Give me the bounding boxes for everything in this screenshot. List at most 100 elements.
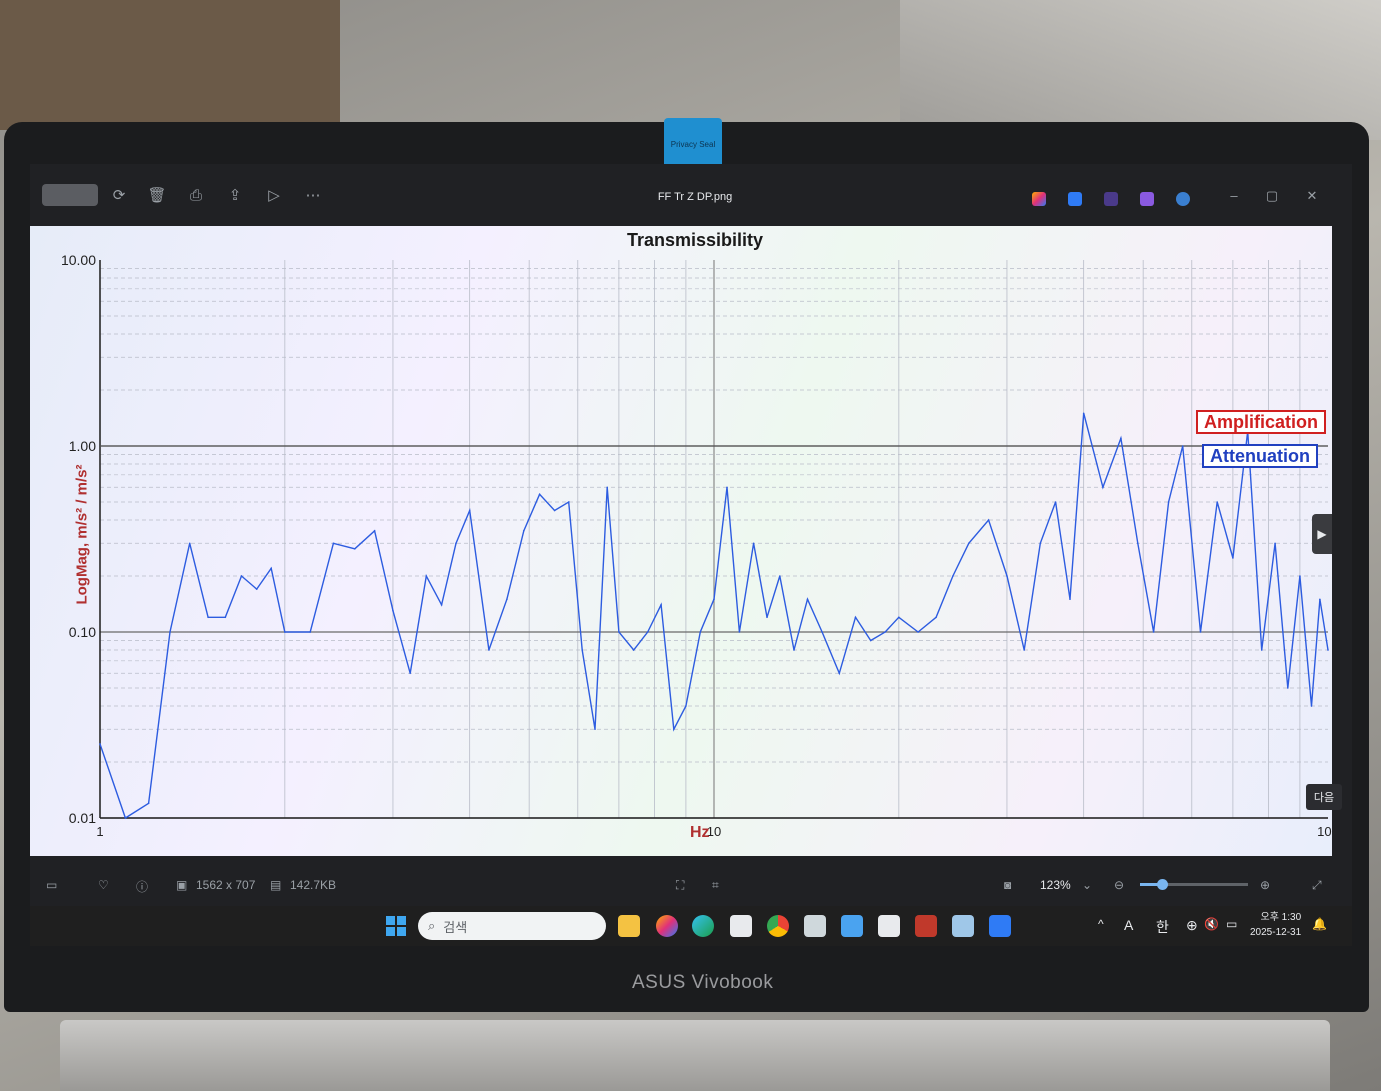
data-point bbox=[147, 802, 150, 805]
calculator-icon[interactable] bbox=[804, 915, 826, 937]
data-point bbox=[1199, 631, 1202, 633]
data-point bbox=[1260, 649, 1263, 651]
data-point bbox=[967, 542, 970, 545]
notification-icon[interactable]: 🔔 bbox=[1312, 917, 1327, 931]
data-point bbox=[1216, 501, 1218, 503]
fullscreen-icon[interactable]: ⤢ bbox=[1312, 878, 1322, 893]
volume-muted-icon[interactable]: 🔇 bbox=[1204, 917, 1219, 931]
data-point bbox=[752, 542, 755, 545]
data-point bbox=[1167, 501, 1170, 503]
search-placeholder: 검색 bbox=[443, 919, 468, 935]
favorite-icon[interactable]: ♡ bbox=[98, 878, 109, 892]
taskbar: ⌕ 검색 ^ A 한 ⊕ 🔇 ▭ 오후 1:30 2025-12-31 🔔 bbox=[30, 906, 1352, 946]
file-explorer-icon[interactable] bbox=[618, 915, 640, 937]
data-point bbox=[353, 548, 356, 550]
photos-active-icon[interactable] bbox=[989, 915, 1011, 937]
analyzer-app-icon[interactable] bbox=[915, 915, 937, 937]
data-point bbox=[255, 588, 258, 590]
zoom-slider-thumb[interactable] bbox=[1156, 879, 1168, 890]
copilot-icon[interactable] bbox=[1032, 192, 1046, 206]
data-point bbox=[468, 509, 471, 512]
photos-app-icon[interactable] bbox=[952, 915, 974, 937]
laptop-base bbox=[60, 1020, 1330, 1091]
x-tick-label: 100 bbox=[1317, 824, 1332, 839]
close-icon[interactable]: ✕ bbox=[1302, 188, 1322, 204]
viewer-status-bar: ▭ ♡ ⓘ ▣ 1562 x 707 ▤ 142.7KB ⛶ ⌗ ◙ 123% … bbox=[30, 856, 1352, 906]
data-point bbox=[779, 575, 781, 577]
chrome-icon[interactable] bbox=[767, 915, 789, 937]
ime-language[interactable]: 한 bbox=[1156, 917, 1169, 937]
data-point bbox=[1054, 501, 1057, 503]
copilot-taskbar-icon[interactable] bbox=[656, 915, 678, 937]
data-point bbox=[898, 616, 900, 619]
taskbar-search[interactable]: ⌕ 검색 bbox=[418, 912, 606, 940]
more-icon[interactable]: ⋯ bbox=[302, 184, 324, 206]
title-bar: ⟳ 🗑 ⎙ ⇪ ▷ ⋯ FF Tr Z DP.png – ▢ ✕ bbox=[30, 164, 1352, 224]
zoom-level[interactable]: 123% bbox=[1040, 878, 1071, 892]
rotate-icon[interactable]: ⟳ bbox=[108, 184, 130, 206]
chevron-down-icon[interactable]: ⌄ bbox=[1082, 878, 1092, 892]
designer-icon[interactable] bbox=[1140, 192, 1154, 206]
data-point bbox=[188, 542, 191, 545]
camera-icon[interactable]: ◙ bbox=[1004, 878, 1011, 892]
data-point bbox=[821, 631, 823, 633]
maximize-icon[interactable]: ▢ bbox=[1262, 188, 1282, 204]
data-point bbox=[1082, 412, 1085, 415]
data-point bbox=[99, 743, 101, 745]
delete-icon[interactable]: 🗑 bbox=[146, 184, 168, 206]
data-point bbox=[869, 639, 872, 642]
chevron-up-icon[interactable]: ^ bbox=[1098, 917, 1104, 931]
fit-to-window-icon[interactable]: ⛶ bbox=[676, 878, 684, 893]
paint-icon[interactable] bbox=[878, 915, 900, 937]
data-point bbox=[309, 631, 312, 633]
data-point bbox=[987, 519, 990, 521]
next-arrow-button[interactable]: ▶ bbox=[1312, 514, 1332, 554]
data-point bbox=[332, 542, 335, 545]
data-point bbox=[553, 509, 556, 512]
battery-icon[interactable]: ▭ bbox=[1226, 917, 1237, 931]
data-point bbox=[124, 817, 127, 819]
data-point bbox=[935, 616, 937, 619]
filmstrip-icon[interactable]: ▭ bbox=[46, 878, 57, 892]
clipchamp-icon[interactable] bbox=[1104, 192, 1118, 206]
data-point bbox=[594, 728, 596, 731]
edit-image-button[interactable] bbox=[42, 184, 98, 206]
photos-edit-icon[interactable] bbox=[1068, 192, 1082, 206]
data-point bbox=[1274, 542, 1276, 545]
annotation-amplification: Amplification bbox=[1196, 410, 1327, 434]
print-icon[interactable]: ⎙ bbox=[185, 184, 207, 206]
zoom-out-icon[interactable]: ⊖ bbox=[1114, 878, 1124, 892]
file-title: FF Tr Z DP.png bbox=[657, 191, 733, 203]
file-size: 142.7KB bbox=[290, 878, 337, 892]
data-point bbox=[488, 649, 490, 651]
share-icon[interactable]: ⇪ bbox=[224, 184, 246, 206]
info-icon[interactable]: ⓘ bbox=[136, 878, 148, 895]
zoom-slider[interactable] bbox=[1140, 879, 1248, 890]
onedrive-icon[interactable] bbox=[1176, 192, 1190, 206]
data-point bbox=[1232, 557, 1234, 559]
clock-time: 오후 1:30 bbox=[1260, 912, 1302, 923]
data-point bbox=[1136, 542, 1139, 545]
windows-start-icon[interactable] bbox=[386, 916, 406, 936]
data-point bbox=[240, 575, 243, 577]
data-point bbox=[1319, 598, 1321, 601]
y-axis-title: LogMag, m/s² / m/s² bbox=[73, 464, 91, 605]
edge-icon[interactable] bbox=[692, 915, 714, 937]
network-icon[interactable]: ⊕ bbox=[1186, 917, 1198, 934]
notepad-icon[interactable] bbox=[841, 915, 863, 937]
data-point bbox=[1152, 631, 1155, 633]
image-dimensions: 1562 x 707 bbox=[196, 878, 256, 892]
store-icon[interactable] bbox=[730, 915, 752, 937]
data-point bbox=[646, 631, 649, 633]
webcam-cover: Privacy Seal bbox=[664, 118, 722, 170]
zoom-in-icon[interactable]: ⊕ bbox=[1260, 878, 1270, 892]
slideshow-icon[interactable]: ▷ bbox=[263, 184, 285, 206]
data-point bbox=[392, 610, 394, 612]
data-point bbox=[455, 542, 457, 545]
ocr-scan-icon[interactable]: ⌗ bbox=[712, 878, 719, 893]
minimize-icon[interactable]: – bbox=[1224, 188, 1244, 203]
data-point bbox=[854, 616, 857, 619]
ime-mode[interactable]: A bbox=[1124, 917, 1133, 933]
data-point bbox=[1069, 598, 1071, 601]
clock[interactable]: 오후 1:30 2025-12-31 bbox=[1250, 910, 1301, 940]
